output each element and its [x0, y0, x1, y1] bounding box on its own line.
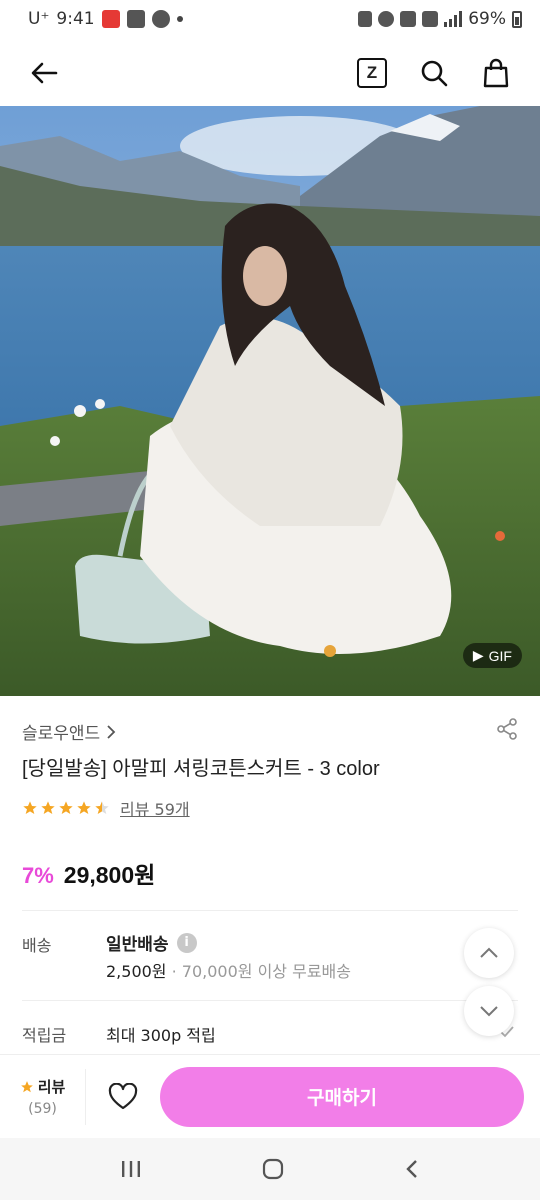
battery-icon [512, 10, 522, 28]
play-icon: ▶ [472, 647, 484, 663]
review-count-link[interactable]: 리뷰 59개 [120, 796, 190, 820]
cart-button[interactable] [474, 51, 518, 95]
info-icon[interactable]: i [176, 932, 197, 953]
review-title: 리뷰 [20, 1076, 66, 1097]
signal-icon [444, 11, 463, 27]
shipping-method-name: 일반배송 [106, 935, 169, 955]
share-button[interactable] [496, 718, 518, 744]
price-row: 7% 29,800원 [22, 856, 155, 890]
scroll-down-button[interactable] [464, 986, 514, 1036]
free-shipping-note: · 70,000원 이상 무료배송 [166, 962, 351, 981]
brand-name: 슬로우앤드 [22, 724, 101, 744]
home-button[interactable] [261, 1157, 285, 1181]
recycle-icon [358, 11, 373, 27]
notification-app-icon [101, 10, 120, 28]
points-label: 적립금 [22, 1026, 67, 1045]
buy-button[interactable]: 구매하기 [160, 1066, 524, 1127]
like-button[interactable] [86, 1082, 160, 1111]
chevron-up-icon [480, 947, 498, 958]
search-button[interactable] [412, 51, 456, 95]
scroll-up-button[interactable] [464, 928, 514, 978]
star-icon [41, 801, 55, 814]
system-nav-bar [0, 1138, 540, 1200]
alarm-icon [378, 11, 395, 27]
zigzag-home-button[interactable]: Z [350, 51, 394, 95]
clock: 9:41 [56, 9, 95, 29]
5g-icon [422, 11, 439, 27]
discount-rate: 7% [22, 863, 54, 888]
star-icon [59, 801, 73, 814]
shipping-fee-amount: 2,500원 [106, 962, 167, 981]
app-header: Z [0, 40, 540, 106]
z-logo-icon: Z [357, 58, 387, 88]
system-back-button[interactable] [404, 1158, 420, 1180]
points-value: 최대 300p 적립 [106, 1026, 216, 1045]
star-icon [20, 1080, 33, 1092]
product-title: [당일발송] 아말피 셔링코튼스커트 - 3 color [22, 758, 380, 780]
mute-icon [400, 11, 417, 27]
talk-notification-icon [151, 10, 170, 28]
search-icon [421, 60, 448, 87]
battery-percent: 69% [468, 9, 506, 29]
sale-price: 29,800원 [63, 862, 156, 888]
arrow-left-icon [31, 62, 58, 84]
star-rating [22, 800, 110, 816]
share-icon [497, 718, 517, 740]
back-button[interactable] [22, 51, 66, 95]
divider [22, 910, 518, 911]
divider [22, 1000, 518, 1001]
shipping-method: 일반배송 i [106, 930, 197, 955]
gif-badge: ▶ GIF [462, 643, 522, 668]
shopping-bag-icon [483, 58, 509, 88]
recent-apps-button[interactable] [120, 1159, 142, 1179]
product-photo [0, 106, 540, 696]
star-icon [23, 801, 37, 814]
chevron-down-icon [480, 1006, 498, 1017]
carrier-label: U⁺ [28, 9, 50, 29]
brand-link[interactable]: 슬로우앤드 [22, 719, 116, 744]
review-count: (59) [28, 1101, 57, 1117]
gallery-notification-icon [126, 10, 145, 28]
shipping-label: 배송 [22, 936, 52, 955]
rating-row: 리뷰 59개 [22, 796, 190, 820]
half-star-icon [95, 801, 109, 814]
heart-icon [108, 1082, 138, 1109]
review-title-label: 리뷰 [37, 1078, 66, 1096]
review-summary-button[interactable]: 리뷰 (59) [0, 1068, 86, 1125]
chevron-right-icon [107, 724, 116, 739]
more-notifications-icon [176, 16, 183, 22]
star-icon [77, 801, 91, 814]
shipping-fee: 2,500원 · 70,000원 이상 무료배송 [106, 958, 351, 982]
bottom-action-bar: 리뷰 (59) 구매하기 [0, 1054, 540, 1138]
gif-label: GIF [488, 647, 512, 664]
product-image[interactable]: ▶ GIF [0, 106, 540, 696]
status-bar: U⁺ 9:41 69% [0, 0, 540, 38]
